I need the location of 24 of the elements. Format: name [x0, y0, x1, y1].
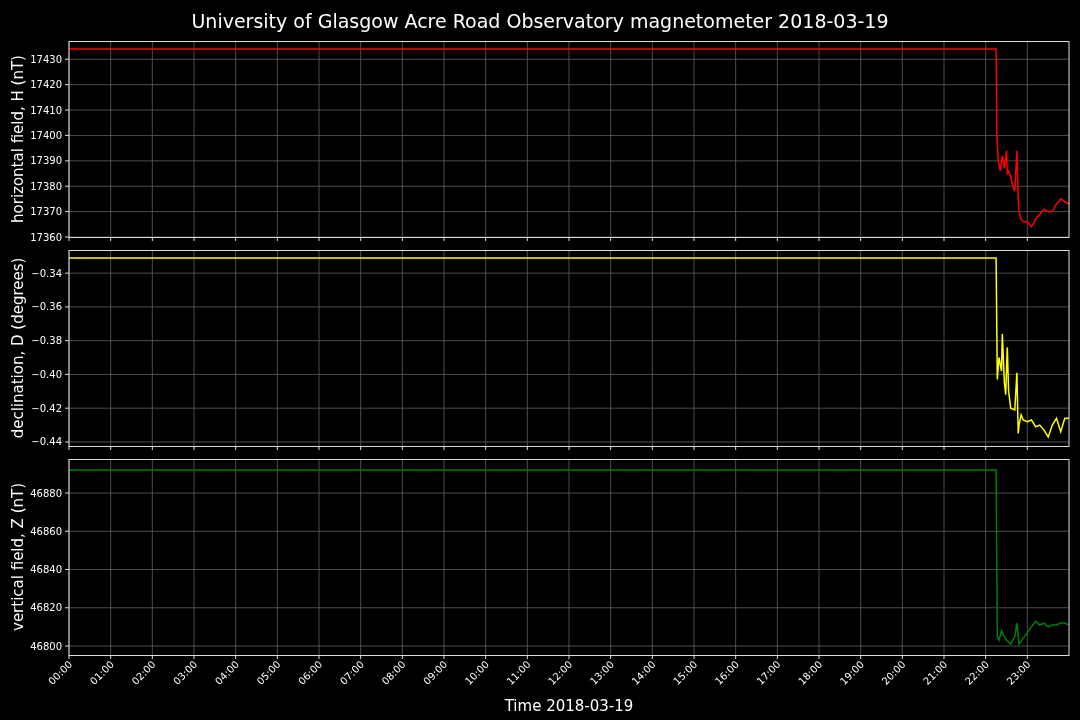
axis-title: vertical field, Z (nT) — [9, 483, 27, 631]
tick-label: −0.44 — [31, 436, 62, 448]
tick-label: −0.38 — [31, 335, 62, 347]
tick-label: 46880 — [30, 487, 62, 499]
tick-label: 17410 — [30, 104, 62, 116]
tick-label: 17430 — [30, 53, 62, 65]
tick-label: −0.36 — [31, 301, 62, 313]
tick-label: 46820 — [30, 602, 62, 614]
tick-label: 46860 — [30, 525, 62, 537]
tick-label: −0.40 — [31, 368, 62, 380]
tick-label: 46840 — [30, 564, 62, 575]
tick-label: 17400 — [30, 129, 62, 141]
tick-label: 17420 — [30, 79, 62, 91]
tick-label: −0.34 — [31, 267, 62, 279]
tick-label: 17360 — [30, 231, 62, 243]
tick-label: 46800 — [30, 640, 62, 652]
tick-label: 17380 — [30, 180, 62, 192]
axis-title: horizontal field, H (nT) — [9, 55, 27, 223]
tick-label: 17370 — [30, 206, 62, 218]
axis-title: declination, D (degrees) — [9, 257, 27, 439]
chart-title: University of Glasgow Acre Road Observatory magnetometer 2018-03-19 — [191, 9, 889, 32]
axis-title: Time 2018-03-19 — [504, 697, 634, 715]
tick-label: −0.42 — [31, 402, 62, 414]
tick-label: 17390 — [30, 155, 62, 167]
